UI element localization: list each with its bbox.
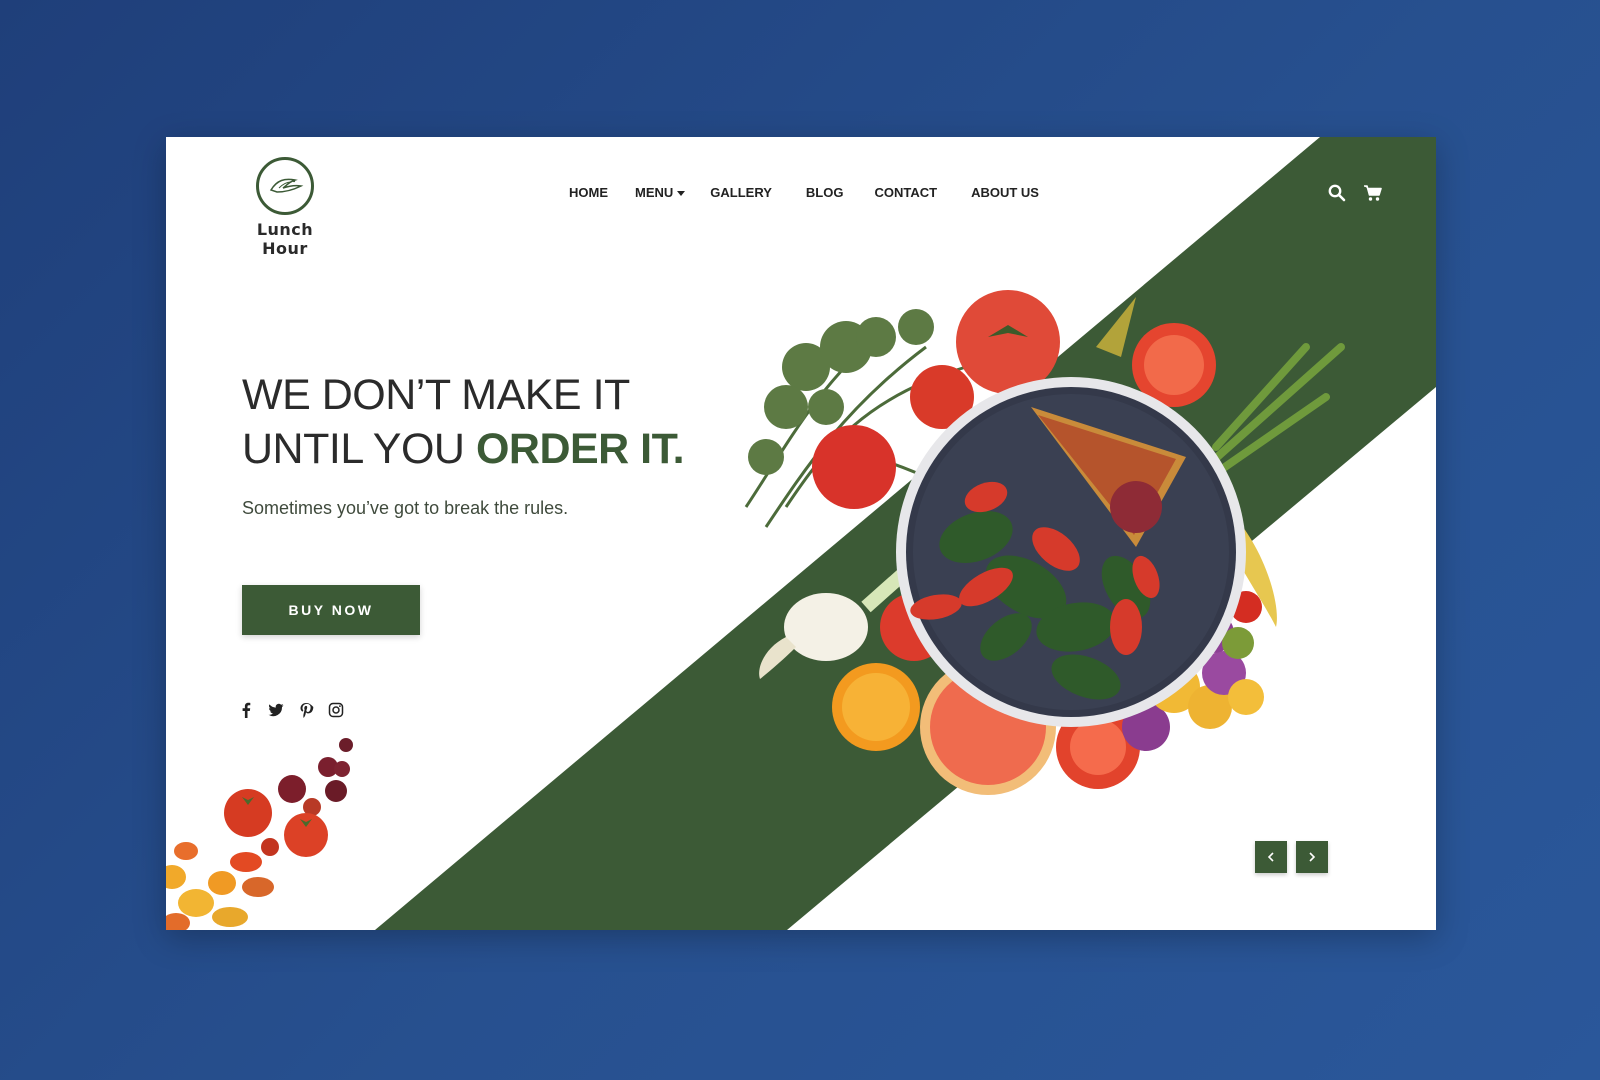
nav-item-about-us[interactable]: ABOUT US [971, 185, 1039, 200]
header-icons [1327, 183, 1383, 203]
chevron-left-icon [1267, 852, 1274, 862]
search-icon[interactable] [1327, 183, 1347, 203]
hero-food-image [744, 290, 1345, 795]
main-nav: HOME MENU GALLERY BLOG CONTACT ABOUT US [569, 185, 1039, 200]
nav-item-blog[interactable]: BLOG [806, 185, 844, 200]
pinterest-icon[interactable] [298, 702, 314, 718]
hero-headline: WE DON’T MAKE IT UNTIL YOU ORDER IT. [242, 368, 685, 476]
nav-item-gallery[interactable]: GALLERY [710, 185, 772, 200]
buy-now-button[interactable]: BUY NOW [242, 585, 420, 635]
chevron-right-icon [1309, 852, 1316, 862]
caret-down-icon [677, 191, 686, 197]
slider-prev-button[interactable] [1255, 841, 1287, 873]
tomato-cluster-image [166, 738, 353, 930]
facebook-icon[interactable] [238, 702, 254, 718]
slider-next-button[interactable] [1296, 841, 1328, 873]
brand-name: Lunch Hour [256, 220, 314, 258]
hero-subheadline: Sometimes you’ve got to break the rules. [242, 498, 569, 518]
headline-line-2-prefix: UNTIL YOU [242, 425, 476, 473]
brand-logo[interactable]: Lunch Hour [240, 157, 330, 258]
headline-emphasis: ORDER IT. [475, 425, 685, 473]
bird-logo-icon [256, 157, 314, 215]
social-links [238, 702, 344, 718]
nav-item-menu[interactable]: MENU [635, 185, 686, 200]
landing-page: Lunch Hour HOME MENU GALLERY BLOG CONTAC… [166, 137, 1436, 930]
nav-item-home[interactable]: HOME [569, 185, 608, 200]
instagram-icon[interactable] [328, 702, 344, 718]
headline-line-1: WE DON’T MAKE IT [242, 371, 630, 419]
nav-item-contact[interactable]: CONTACT [874, 185, 937, 200]
nav-item-menu-label: MENU [635, 185, 674, 200]
cart-icon[interactable] [1363, 183, 1383, 203]
twitter-icon[interactable] [268, 702, 284, 718]
